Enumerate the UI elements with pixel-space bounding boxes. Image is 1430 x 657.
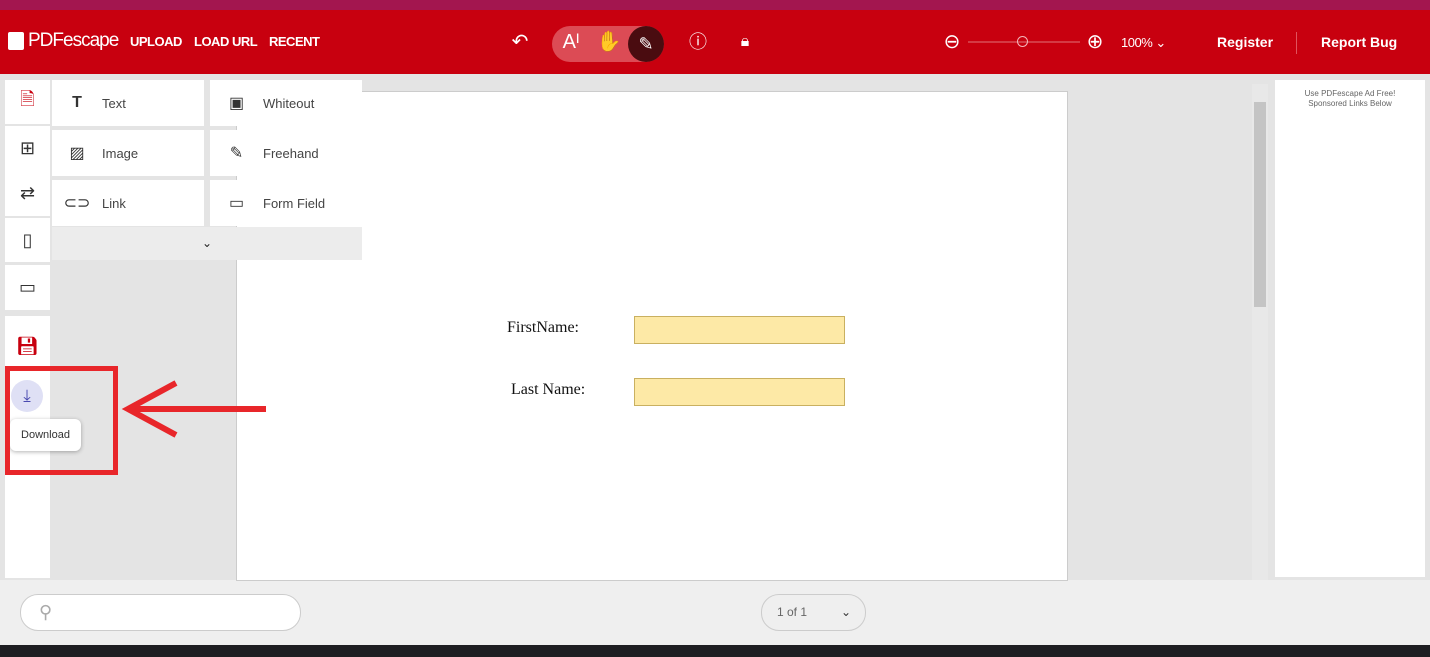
tool-label: Whiteout	[263, 95, 315, 111]
form-field-icon: ▭	[228, 195, 245, 212]
link-icon: ⊂⊃	[63, 195, 91, 212]
logo[interactable]: PDFescape	[8, 30, 119, 52]
tool-form-field[interactable]: ▭ Form Field	[210, 180, 362, 226]
sidebar-icon: ▯	[22, 229, 33, 250]
arrow-annotation	[121, 380, 266, 438]
zoom-in-icon[interactable]: ⊕	[1082, 30, 1108, 54]
text-select-icon[interactable]: Aᴵ	[558, 30, 584, 54]
text-icon: T	[72, 94, 82, 111]
pencil-icon: ✎	[638, 34, 654, 54]
nav-upload[interactable]: UPLOAD	[130, 34, 182, 49]
rail-document[interactable]: 🗎	[5, 80, 50, 124]
rail-insert-page[interactable]: ⊞	[5, 126, 50, 170]
page-indicator: 1 of 1	[777, 605, 808, 619]
zoom-slider-handle[interactable]	[1017, 36, 1028, 47]
image-icon: ▨	[69, 145, 85, 162]
logo-icon	[8, 32, 24, 50]
nav-recent[interactable]: RECENT	[269, 34, 320, 49]
rail-sidebar[interactable]: ▯	[5, 218, 50, 262]
header: PDFescape UPLOAD LOAD URL RECENT ↶ Aᴵ ✋ …	[0, 10, 1430, 74]
header-divider	[1296, 32, 1297, 54]
highlight-box	[5, 366, 118, 475]
zoom-select[interactable]: 100% ⌄	[1121, 35, 1166, 51]
zoom-out-icon[interactable]: ⊖	[939, 30, 965, 54]
tool-whiteout[interactable]: ▣ Whiteout	[210, 80, 362, 126]
tool-label: Freehand	[263, 145, 319, 161]
report-bug-link[interactable]: Report Bug	[1321, 34, 1397, 50]
undo-icon[interactable]: ↶	[507, 30, 533, 54]
bookmark-icon: ▭	[18, 277, 36, 297]
tool-link[interactable]: ⊂⊃ Link	[52, 180, 204, 226]
rail-bookmark[interactable]: ▭	[5, 265, 50, 310]
register-link[interactable]: Register	[1217, 34, 1273, 50]
last-name-field[interactable]	[634, 378, 845, 406]
ad-panel: Use PDFescape Ad Free! Sponsored Links B…	[1275, 80, 1425, 577]
ad-line-1: Use PDFescape Ad Free!	[1304, 89, 1396, 98]
tool-freehand[interactable]: ✎ Freehand	[210, 130, 362, 176]
tool-label: Image	[102, 145, 139, 161]
page-selector[interactable]: 1 of 1 ⌄	[761, 594, 866, 631]
hand-icon[interactable]: ✋	[596, 30, 622, 54]
rail-pages[interactable]: ⇄	[5, 170, 50, 216]
vertical-scrollbar[interactable]	[1252, 84, 1268, 580]
ad-line-2: Sponsored Links Below	[1308, 99, 1392, 108]
first-name-label: FirstName:	[507, 319, 579, 336]
search-icon: ⚲	[39, 602, 53, 622]
tool-image[interactable]: ▨ Image	[52, 130, 204, 176]
os-taskbar	[0, 645, 1430, 657]
document-icon: 🗎	[20, 89, 35, 109]
info-icon[interactable]: ⓘ	[685, 30, 711, 54]
lock-icon[interactable]: 🔒︎	[732, 30, 758, 54]
chevron-down-icon: ⌄	[840, 605, 851, 619]
pages-icon: ⇄	[19, 182, 36, 203]
tool-label: Form Field	[263, 195, 326, 211]
logo-text: PDFescape	[28, 30, 119, 51]
tool-label: Link	[102, 195, 126, 211]
annotate-pencil-button[interactable]: ✎	[628, 26, 664, 62]
search-input[interactable]: ⚲	[20, 594, 301, 631]
scrollbar-thumb[interactable]	[1254, 102, 1266, 307]
tools-expand-button[interactable]: ⌄	[52, 227, 362, 260]
first-name-field[interactable]	[634, 316, 845, 344]
add-page-icon: ⊞	[19, 137, 36, 158]
whiteout-icon: ▣	[228, 95, 245, 112]
tool-label: Text	[102, 95, 126, 111]
nav-load-url[interactable]: LOAD URL	[194, 34, 258, 49]
tool-text[interactable]: T Text	[52, 80, 204, 126]
zoom-value: 100%	[1121, 35, 1153, 50]
pencil-icon: ✎	[229, 145, 244, 162]
save-icon: 💾︎	[16, 336, 39, 356]
last-name-label: Last Name:	[511, 381, 586, 398]
chevron-down-icon: ⌄	[201, 236, 213, 250]
bottom-bar: ⚲ 1 of 1 ⌄	[0, 580, 1430, 645]
window-top-strip	[0, 0, 1430, 10]
